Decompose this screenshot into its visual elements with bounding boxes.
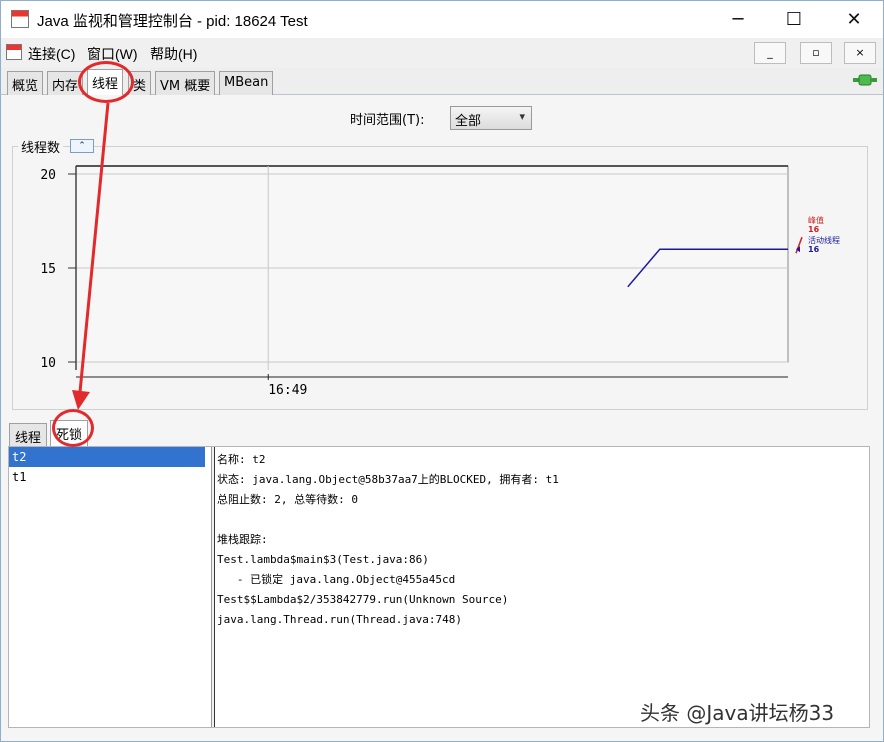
watermark: 头条 @Java讲坛杨33: [640, 701, 835, 725]
annotation-arrow: [72, 102, 110, 410]
